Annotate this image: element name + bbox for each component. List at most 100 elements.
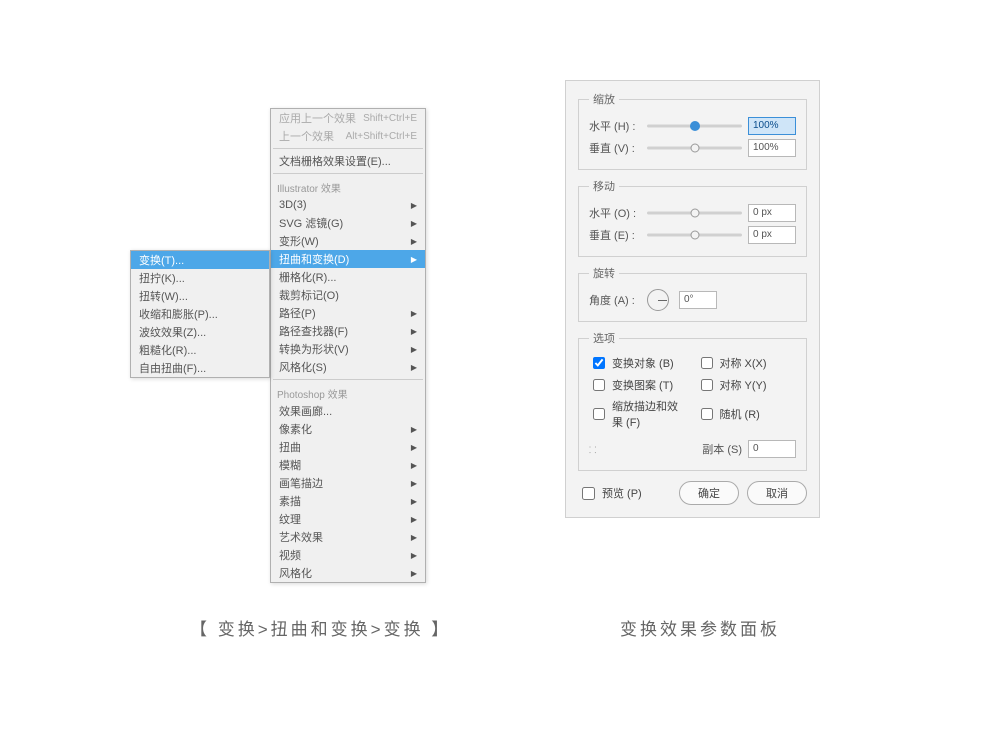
menu-item-label: 转换为形状(V) <box>279 341 349 357</box>
menu-ai-rasterize[interactable]: 栅格化(R)... <box>271 268 425 286</box>
menu-section-ai: Illustrator 效果 <box>271 177 425 196</box>
checkbox[interactable] <box>701 357 713 369</box>
menu-item-label: 路径(P) <box>279 305 316 321</box>
menu-last: 上一个效果 Alt+Shift+Ctrl+E <box>271 127 425 145</box>
menu-ps-pixelate[interactable]: 像素化▶ <box>271 420 425 438</box>
menu-item-label: 扭曲和变换(D) <box>279 251 349 267</box>
submenu-tweak[interactable]: 扭转(W)... <box>131 287 269 305</box>
menu-item-label: 风格化 <box>279 565 312 581</box>
menu-separator <box>273 148 423 149</box>
move-h-input[interactable]: 0 px <box>748 204 796 222</box>
chevron-right-icon: ▶ <box>411 461 417 470</box>
menu-section-ps: Photoshop 效果 <box>271 383 425 402</box>
menu-apply-last: 应用上一个效果 Shift+Ctrl+E <box>271 109 425 127</box>
preview-checkbox[interactable]: 预览 (P) <box>578 484 642 503</box>
effects-menu[interactable]: 应用上一个效果 Shift+Ctrl+E 上一个效果 Alt+Shift+Ctr… <box>270 108 426 583</box>
menu-ps-distort[interactable]: 扭曲▶ <box>271 438 425 456</box>
move-h-row: 水平 (O) : 0 px <box>589 202 796 224</box>
menu-item-label: 变形(W) <box>279 233 319 249</box>
submenu-free-distort[interactable]: 自由扭曲(F)... <box>131 359 269 377</box>
menu-item-label: 效果画廊... <box>279 403 332 419</box>
opt-transform-patterns[interactable]: 变换图案 (T) <box>589 376 689 394</box>
checkbox[interactable] <box>593 408 605 420</box>
move-v-row: 垂直 (E) : 0 px <box>589 224 796 246</box>
menu-ai-path[interactable]: 路径(P) ▶ <box>271 304 425 322</box>
group-legend: 旋转 <box>589 265 619 281</box>
checkbox[interactable] <box>701 379 713 391</box>
scale-group: 缩放 水平 (H) : 100% 垂直 (V) : 100% <box>578 91 807 170</box>
opt-random[interactable]: 随机 (R) <box>697 398 797 430</box>
menu-item-label: 应用上一个效果 <box>279 110 356 126</box>
field-label: 垂直 (E) : <box>589 227 641 243</box>
menu-ps-video[interactable]: 视频▶ <box>271 546 425 564</box>
menu-ps-brush[interactable]: 画笔描边▶ <box>271 474 425 492</box>
rotate-row: 角度 (A) : 0° <box>589 289 796 311</box>
copies-input[interactable]: 0 <box>748 440 796 458</box>
move-v-input[interactable]: 0 px <box>748 226 796 244</box>
opt-label: 对称 Y(Y) <box>720 377 767 393</box>
scale-v-slider[interactable] <box>647 146 742 150</box>
chevron-right-icon: ▶ <box>411 363 417 372</box>
menu-ps-artistic[interactable]: 艺术效果▶ <box>271 528 425 546</box>
menu-item-label: 扭转(W)... <box>139 288 188 304</box>
panel-footer: 预览 (P) 确定 取消 <box>578 481 807 505</box>
menu-item-label: 艺术效果 <box>279 529 323 545</box>
scale-h-input[interactable]: 100% <box>748 117 796 135</box>
scale-v-input[interactable]: 100% <box>748 139 796 157</box>
chevron-right-icon: ▶ <box>411 237 417 246</box>
opt-scale-strokes[interactable]: 缩放描边和效果 (F) <box>589 398 689 430</box>
chevron-right-icon: ▶ <box>411 569 417 578</box>
menu-ai-stylize[interactable]: 风格化(S)▶ <box>271 358 425 376</box>
menu-item-label: 收缩和膨胀(P)... <box>139 306 218 322</box>
menu-ps-texture[interactable]: 纹理▶ <box>271 510 425 528</box>
opt-label: 缩放描边和效果 (F) <box>612 398 689 430</box>
checkbox[interactable] <box>593 379 605 391</box>
cancel-button[interactable]: 取消 <box>747 481 807 505</box>
menu-ps-stylize[interactable]: 风格化 ▶ <box>271 564 425 582</box>
submenu-pucker-bloat[interactable]: 收缩和膨胀(P)... <box>131 305 269 323</box>
distort-transform-submenu[interactable]: 变换(T)... 扭拧(K)... 扭转(W)... 收缩和膨胀(P)... 波… <box>130 250 270 378</box>
scale-v-row: 垂直 (V) : 100% <box>589 137 796 159</box>
opt-transform-objects[interactable]: 变换对象 (B) <box>589 354 689 372</box>
menu-ai-cropmarks[interactable]: 裁剪标记(O) <box>271 286 425 304</box>
anchor-grid-icon[interactable]: ⸬ <box>589 443 597 456</box>
menu-ai-3d[interactable]: 3D(3)▶ <box>271 196 425 214</box>
rotate-group: 旋转 角度 (A) : 0° <box>578 265 807 322</box>
menu-ps-gallery[interactable]: 效果画廊... <box>271 402 425 420</box>
submenu-roughen[interactable]: 粗糙化(R)... <box>131 341 269 359</box>
menu-doc-raster[interactable]: 文档栅格效果设置(E)... <box>271 152 425 170</box>
chevron-right-icon: ▶ <box>411 309 417 318</box>
chevron-right-icon: ▶ <box>411 425 417 434</box>
group-legend: 移动 <box>589 178 619 194</box>
scale-h-row: 水平 (H) : 100% <box>589 115 796 137</box>
checkbox[interactable] <box>582 487 595 500</box>
menu-ps-blur[interactable]: 模糊▶ <box>271 456 425 474</box>
menu-item-label: 素描 <box>279 493 301 509</box>
menu-item-label: 波纹效果(Z)... <box>139 324 206 340</box>
checkbox[interactable] <box>701 408 713 420</box>
move-v-slider[interactable] <box>647 233 742 237</box>
menu-ai-warp[interactable]: 变形(W) ▶ <box>271 232 425 250</box>
opt-reflect-y[interactable]: 对称 Y(Y) <box>697 376 797 394</box>
menu-ai-distort-transform[interactable]: 扭曲和变换(D)▶ <box>271 250 425 268</box>
scale-h-slider[interactable] <box>647 124 742 128</box>
opt-reflect-x[interactable]: 对称 X(X) <box>697 354 797 372</box>
menu-item-label: 文档栅格效果设置(E)... <box>279 153 391 169</box>
angle-input[interactable]: 0° <box>679 291 717 309</box>
menu-ai-svg[interactable]: SVG 滤镜(G)▶ <box>271 214 425 232</box>
move-h-slider[interactable] <box>647 211 742 215</box>
group-legend: 缩放 <box>589 91 619 107</box>
menu-ps-sketch[interactable]: 素描▶ <box>271 492 425 510</box>
menu-ai-pathfinder[interactable]: 路径查找器(F)▶ <box>271 322 425 340</box>
angle-dial[interactable] <box>647 289 669 311</box>
move-group: 移动 水平 (O) : 0 px 垂直 (E) : 0 px <box>578 178 807 257</box>
ok-button[interactable]: 确定 <box>679 481 739 505</box>
preview-label: 预览 (P) <box>602 485 642 501</box>
menu-item-label: 扭拧(K)... <box>139 270 185 286</box>
chevron-right-icon: ▶ <box>411 551 417 560</box>
menu-ai-convertshape[interactable]: 转换为形状(V)▶ <box>271 340 425 358</box>
submenu-transform[interactable]: 变换(T)... <box>131 251 269 269</box>
submenu-zigzag[interactable]: 波纹效果(Z)... <box>131 323 269 341</box>
checkbox[interactable] <box>593 357 605 369</box>
submenu-twist[interactable]: 扭拧(K)... <box>131 269 269 287</box>
